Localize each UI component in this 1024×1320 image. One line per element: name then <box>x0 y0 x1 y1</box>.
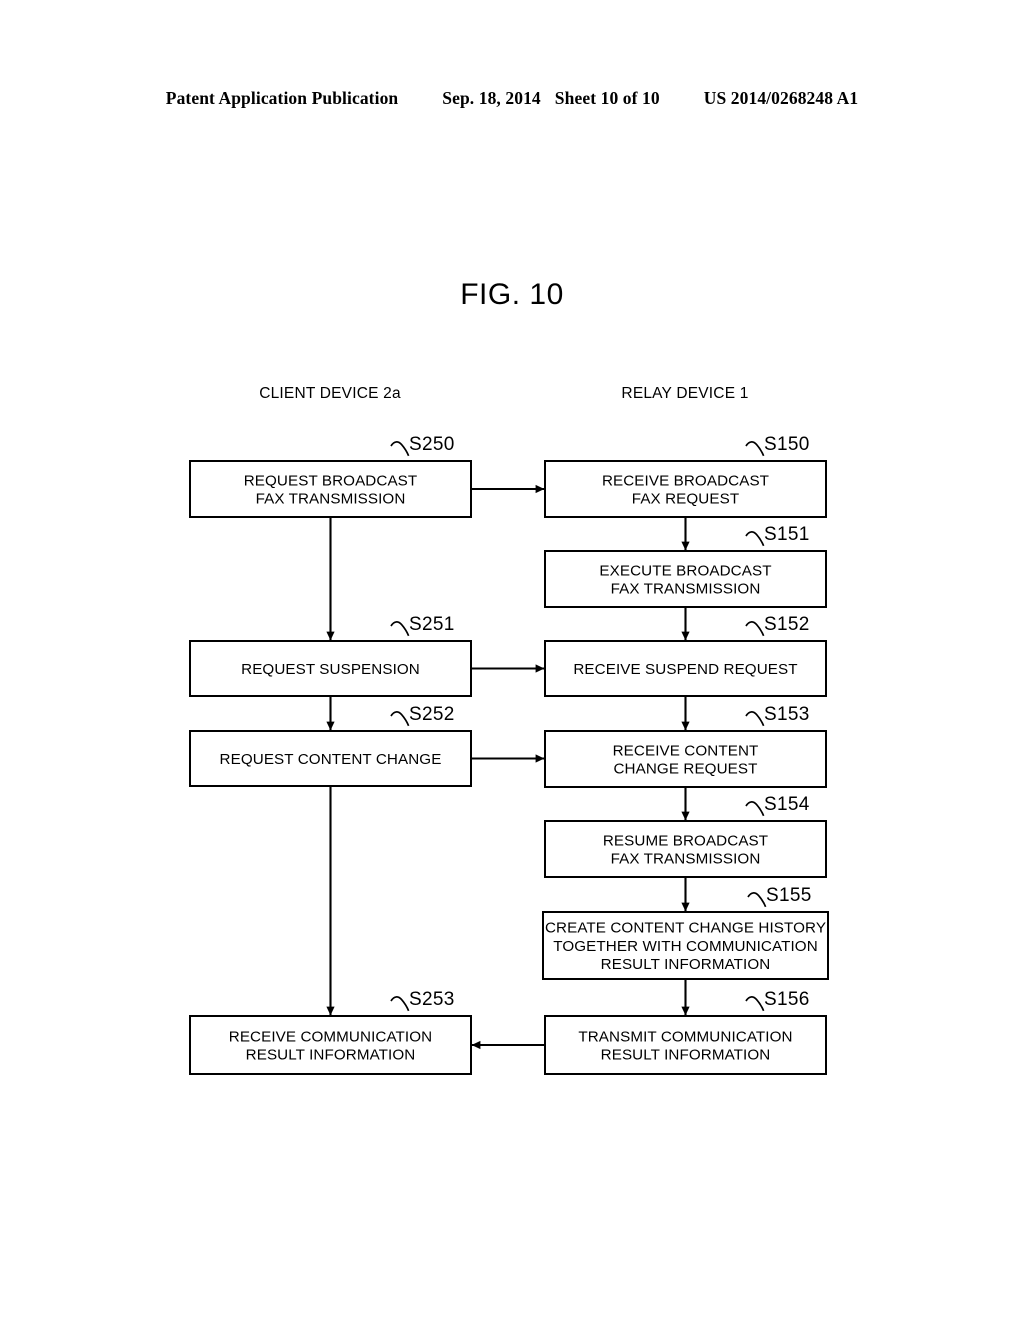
node-label-S151: EXECUTE BROADCAST <box>599 562 771 579</box>
step-number-S156: S156 <box>764 989 810 1010</box>
node-label-S251: REQUEST SUSPENSION <box>241 661 420 678</box>
node-label-S155: CREATE CONTENT CHANGE HISTORY <box>545 920 826 937</box>
step-number-S150: S150 <box>764 434 810 455</box>
node-label-S253: RECEIVE COMMUNICATION <box>229 1028 432 1045</box>
node-label-S150: RECEIVE BROADCAST <box>602 472 769 489</box>
lane-headers: CLIENT DEVICE 2a RELAY DEVICE 1 <box>259 385 748 402</box>
node-label-S156: TRANSMIT COMMUNICATION <box>578 1028 792 1045</box>
node-label-S253: RESULT INFORMATION <box>246 1047 416 1064</box>
lane-header-2: RELAY DEVICE 1 <box>621 385 748 402</box>
step-number-S253: S253 <box>409 989 455 1010</box>
step-leader-S251 <box>390 621 410 637</box>
step-number-S152: S152 <box>764 614 810 635</box>
flow-nodes: REQUEST BROADCASTFAX TRANSMISSIONS250REQ… <box>189 434 829 1075</box>
step-leader-S150 <box>745 441 765 457</box>
node-label-S250: FAX TRANSMISSION <box>256 491 406 508</box>
step-leader-S155 <box>747 892 767 908</box>
step-leader-S156 <box>745 996 765 1012</box>
node-label-S152: RECEIVE SUSPEND REQUEST <box>573 661 797 678</box>
node-label-S250: REQUEST BROADCAST <box>244 472 418 489</box>
node-label-S151: FAX TRANSMISSION <box>611 581 761 598</box>
step-leader-S252 <box>390 711 410 727</box>
node-label-S154: FAX TRANSMISSION <box>611 851 761 868</box>
step-leader-S250 <box>390 441 410 457</box>
lane-header-1: CLIENT DEVICE 2a <box>259 385 401 402</box>
step-number-S252: S252 <box>409 704 455 725</box>
step-leader-S253 <box>390 996 410 1012</box>
step-number-S151: S151 <box>764 524 810 545</box>
flow-node-S150: RECEIVE BROADCAST FAX REQUEST S150 <box>544 434 827 518</box>
step-leader-S151 <box>745 531 765 547</box>
flow-node-S250: REQUEST BROADCAST FAX TRANSMISSION S250 <box>189 434 472 518</box>
step-number-S251: S251 <box>409 614 455 635</box>
node-label-S155: TOGETHER WITH COMMUNICATION <box>553 938 818 955</box>
node-label-S252: REQUEST CONTENT CHANGE <box>220 751 442 768</box>
node-label-S156: RESULT INFORMATION <box>601 1047 771 1064</box>
node-label-S154: RESUME BROADCAST <box>603 832 768 849</box>
flowchart-diagram: CLIENT DEVICE 2a RELAY DEVICE 1 REQUEST B… <box>0 0 1024 1320</box>
step-number-S154: S154 <box>764 794 810 815</box>
step-number-S155: S155 <box>766 885 812 906</box>
step-leader-S153 <box>745 711 765 727</box>
step-leader-S152 <box>745 621 765 637</box>
step-number-S250: S250 <box>409 434 455 455</box>
node-label-S150: FAX REQUEST <box>632 491 739 508</box>
step-number-S153: S153 <box>764 704 810 725</box>
node-label-S153: RECEIVE CONTENT <box>613 742 759 759</box>
node-label-S153: CHANGE REQUEST <box>613 761 757 778</box>
node-label-S155: RESULT INFORMATION <box>601 956 771 973</box>
step-leader-S154 <box>745 801 765 817</box>
